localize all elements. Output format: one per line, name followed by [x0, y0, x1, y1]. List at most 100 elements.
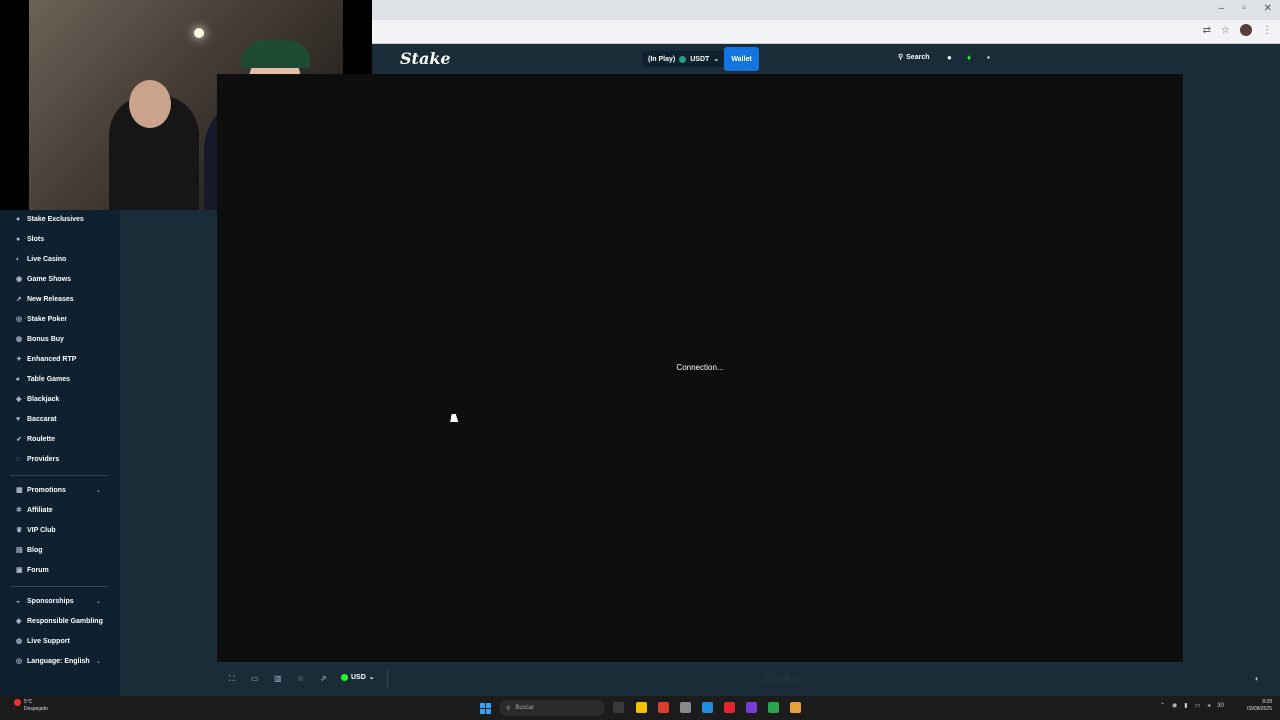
browser-address-bar[interactable]: ⇄ ☆ ⋮ [372, 20, 1280, 44]
sidebar-item-label: Live Casino [27, 256, 67, 263]
sidebar-item-label: VIP Club [27, 527, 56, 534]
toolbar-watermark: Stake [762, 671, 800, 685]
currency-label: USD [351, 673, 366, 681]
wallet-button[interactable]: Wallet [724, 47, 759, 71]
task-view-icon[interactable] [613, 702, 624, 713]
sidebar-item-roulette[interactable]: ➶ Roulette [16, 436, 55, 443]
chrome-profile-icon[interactable] [768, 702, 779, 713]
sidebar-item-live-support[interactable]: ◍ Live Support [16, 638, 70, 645]
sidebar-item-bonus-buy[interactable]: ◍ Bonus Buy [16, 336, 64, 343]
slots-icon: ● [16, 236, 21, 243]
maximize-button[interactable]: ▫ [1242, 3, 1246, 14]
sidebar-item-label: Live Support [27, 638, 70, 645]
new-releases-icon: ➚ [16, 296, 22, 303]
live-support-icon: ◍ [16, 638, 23, 645]
network-icon[interactable]: ◉ [1172, 702, 1177, 709]
sidebar-item-blog[interactable]: ▤ Blog [16, 547, 43, 554]
app-icon-red[interactable] [658, 702, 669, 713]
search-icon: ⚲ [506, 705, 511, 712]
weather-badge-icon [14, 699, 21, 706]
currency-selector[interactable]: USD ⌄ [341, 673, 375, 681]
chevron-down-icon[interactable]: ⌄ [96, 658, 101, 665]
sidebar-item-vip-club[interactable]: ♛ VIP Club [16, 527, 56, 534]
translate-icon[interactable]: ⇄ [1203, 25, 1211, 36]
sidebar-item-game-shows[interactable]: ◉ Game Shows [16, 276, 71, 283]
app-icon-grey[interactable] [680, 702, 691, 713]
chat-icon[interactable]: ▪ [987, 53, 990, 62]
favourite-star-icon[interactable]: ☆ [297, 674, 304, 683]
ceiling-light [194, 28, 204, 38]
minimize-button[interactable]: – [1219, 3, 1225, 14]
sidebar-item-live-casino[interactable]: ◐ Live Casino [16, 256, 66, 263]
notification-icon[interactable]: ♦ [967, 53, 971, 62]
sidebar-item-label: Slots [27, 236, 45, 243]
sidebar-item-stake-poker[interactable]: ◎ Stake Poker [16, 316, 67, 323]
sidebar-item-label: Blog [27, 547, 43, 554]
file-explorer-icon[interactable] [636, 702, 647, 713]
windows-start-icon[interactable] [480, 703, 491, 714]
chevron-down-icon[interactable]: ⌄ [96, 598, 101, 605]
blog-icon: ▤ [16, 547, 23, 554]
sidebar-item-affiliate[interactable]: ✲ Affiliate [16, 507, 53, 514]
sidebar-item-language-english[interactable]: ◎ Language: English [16, 658, 90, 665]
theatre-mode-icon[interactable]: ▭ [251, 674, 259, 683]
vip-club-icon: ♛ [16, 527, 23, 534]
weather-temp: 5°C [24, 699, 33, 705]
monitor-icon[interactable]: ▭ [1195, 702, 1201, 709]
enhanced-rtp-icon: ✦ [16, 356, 22, 363]
taskbar-search[interactable]: ⚲ Buscar [499, 700, 605, 716]
volume-icon[interactable]: ◂ [1207, 702, 1210, 709]
sidebar-item-responsible-gambling[interactable]: ◈ Responsible Gambling [16, 618, 103, 625]
taskbar-clock[interactable]: 8:28 03/08/2025 [1238, 699, 1272, 713]
affiliate-icon: ✲ [16, 507, 22, 514]
sidebar-item-label: Roulette [27, 436, 55, 443]
sidebar-item-stake-exclusives[interactable]: ● Stake Exclusives [16, 216, 84, 223]
table-games-icon: ♠ [16, 376, 20, 383]
sidebar-item-baccarat[interactable]: ♥ Baccarat [16, 416, 57, 423]
menu-icon[interactable]: ⋮ [1262, 25, 1272, 36]
sidebar-divider [10, 586, 108, 587]
search-button[interactable]: ⚲ Search [898, 53, 930, 62]
weather-widget[interactable]: 5°C Despejado [24, 699, 48, 713]
edge-icon[interactable] [702, 702, 713, 713]
balance-selector[interactable]: (In Play) USDT ⌄ [642, 51, 726, 67]
stake-logo[interactable]: Stake [400, 49, 451, 68]
headset-icon[interactable]: ◖ [1254, 674, 1259, 683]
chevron-down-icon[interactable]: ⌄ [96, 487, 101, 494]
usdt-coin-icon [679, 55, 687, 63]
sidebar: ● Stake Exclusives ● Slots ◐ Live Casino ◉ Game… [0, 210, 120, 696]
app-icon-purple[interactable] [746, 702, 757, 713]
user-icon[interactable]: ● [947, 53, 952, 62]
sidebar-item-enhanced-rtp[interactable]: ✦ Enhanced RTP [16, 356, 76, 363]
connection-status: Connection... [676, 363, 724, 372]
bonus-buy-icon: ◍ [16, 336, 23, 343]
sidebar-panel [120, 210, 217, 696]
sidebar-item-sponsorships[interactable]: ◒ Sponsorships [16, 598, 74, 605]
profile-avatar[interactable] [1240, 24, 1252, 36]
chrome-icon[interactable] [790, 702, 801, 713]
sidebar-item-label: Providers [27, 456, 60, 463]
close-button[interactable]: ✕ [1264, 3, 1272, 14]
mic-icon[interactable]: ▮ [1184, 702, 1187, 709]
sidebar-item-forum[interactable]: ▣ Forum [16, 567, 49, 574]
game-shows-icon: ◉ [16, 276, 23, 283]
browser-titlebar: – ▫ ✕ [372, 0, 1280, 20]
sidebar-item-providers[interactable]: ◌ Providers [16, 456, 59, 463]
address-bar-icons: ⇄ ☆ ⋮ [1203, 24, 1272, 36]
sidebar-item-blackjack[interactable]: ◈ Blackjack [16, 396, 59, 403]
popout-icon[interactable]: ⇗ [320, 674, 327, 683]
app-icon-record[interactable] [724, 702, 735, 713]
game-toolbar: ⛶ ▭ ▥ ☆ ⇗ USD ⌄ Stake [217, 662, 1183, 696]
sidebar-item-promotions[interactable]: ▦ Promotions [16, 487, 66, 494]
live-casino-icon: ◐ [16, 256, 21, 263]
chevron-down-icon: ⌄ [713, 56, 720, 63]
windows-taskbar: 5°C Despejado ⚲ Buscar ⌃ ◉ ▮ ▭ ◂ 30 8:28… [0, 696, 1280, 720]
sidebar-item-slots[interactable]: ● Slots [16, 236, 44, 243]
sidebar-item-table-games[interactable]: ♠ Table Games [16, 376, 70, 383]
star-icon[interactable]: ☆ [1221, 25, 1230, 36]
game-frame[interactable]: Connection... [217, 74, 1183, 662]
sidebar-item-new-releases[interactable]: ➚ New Releases [16, 296, 74, 303]
tray-chevron-icon[interactable]: ⌃ [1160, 702, 1165, 709]
fullscreen-icon[interactable]: ⛶ [229, 674, 235, 684]
stats-icon[interactable]: ▥ [274, 674, 282, 683]
